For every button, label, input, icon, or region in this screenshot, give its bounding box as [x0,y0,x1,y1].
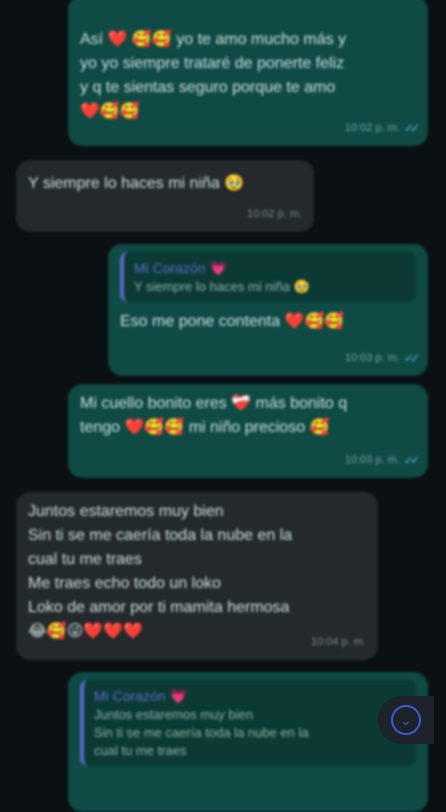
message-line: tengo ❤️🥰🥰 mi niño precioso 🥰 [80,419,330,436]
quoted-author: Mi Corazón 💗 [94,688,187,704]
quoted-message[interactable]: Mi Corazón 💗 Juntos estaremos muy bien S… [80,680,416,766]
message-meta: 10:02 p. m. ✓✓ [344,116,420,140]
quoted-message[interactable]: Mi Corazón 💗 Y siempre lo haces mi niña … [120,252,416,302]
message-time: 10:02 p. m. [344,122,400,134]
message-bubble-outgoing[interactable]: Así ❤️ 🥰🥰 yo te amo mucho más y yo yo si… [68,0,428,146]
message-line: Juntos estaremos muy bien [28,503,224,520]
message-line: Loko de amor por ti mamita hermosa [28,599,290,616]
message-time: 10:03 p. m. [344,352,400,364]
message-time: 10:04 p. m. [310,636,366,648]
chevron-down-circle-icon: ⌄ [391,705,421,735]
message-line: yo yo siempre trataré de ponerte feliz [80,55,345,72]
message-bubble-outgoing[interactable]: Mi cuello bonito eres ❤️‍🩹 más bonito q … [68,384,428,478]
message-meta: 10:04 p. m. [311,630,366,654]
message-line: Me traes echo todo un loko [28,575,222,592]
quoted-author: Mi Corazón 💗 [134,260,227,276]
message-time: 10:03 p. m. [344,454,400,466]
message-line: Sin ti se me caería toda la nube en la [28,527,293,544]
quoted-text: Juntos estaremos muy bien Sin ti se me c… [94,707,309,758]
scroll-to-bottom-button[interactable]: ⌄ [378,696,434,744]
double-check-icon: ✓✓ [403,121,420,135]
message-meta: 10:03 p. m. ✓✓ [344,448,420,472]
chat-area[interactable]: Así ❤️ 🥰🥰 yo te amo mucho más y yo yo si… [0,0,446,812]
message-line: Mi cuello bonito eres ❤️‍🩹 más bonito q [80,395,348,412]
message-line: Así ❤️ 🥰🥰 yo te amo mucho más y [80,31,347,48]
message-meta: 10:03 p. m. ✓✓ [344,346,420,370]
message-meta: 10:02 p. m. [247,202,302,226]
message-line: cual tu me traes [28,551,142,568]
message-bubble-incoming[interactable]: Y siempre lo haces mi niña 🥹 10:02 p. m. [16,160,314,232]
message-line: Y siempre lo haces mi niña 🥹 [28,175,245,192]
double-check-icon: ✓✓ [403,351,420,365]
message-bubble-incoming[interactable]: Juntos estaremos muy bien Sin ti se me c… [16,492,378,660]
message-time: 10:02 p. m. [246,208,302,220]
message-line: y q te sientas seguro porque te amo [80,79,336,96]
double-check-icon: ✓✓ [403,453,420,467]
message-bubble-outgoing[interactable]: Mi Corazón 💗 Juntos estaremos muy bien S… [68,672,428,812]
message-line: Eso me pone contenta ❤️🥰🥰 [120,313,345,330]
message-bubble-outgoing[interactable]: Mi Corazón 💗 Y siempre lo haces mi niña … [108,244,428,376]
quoted-text: Y siempre lo haces mi niña 🥹 [134,279,310,294]
